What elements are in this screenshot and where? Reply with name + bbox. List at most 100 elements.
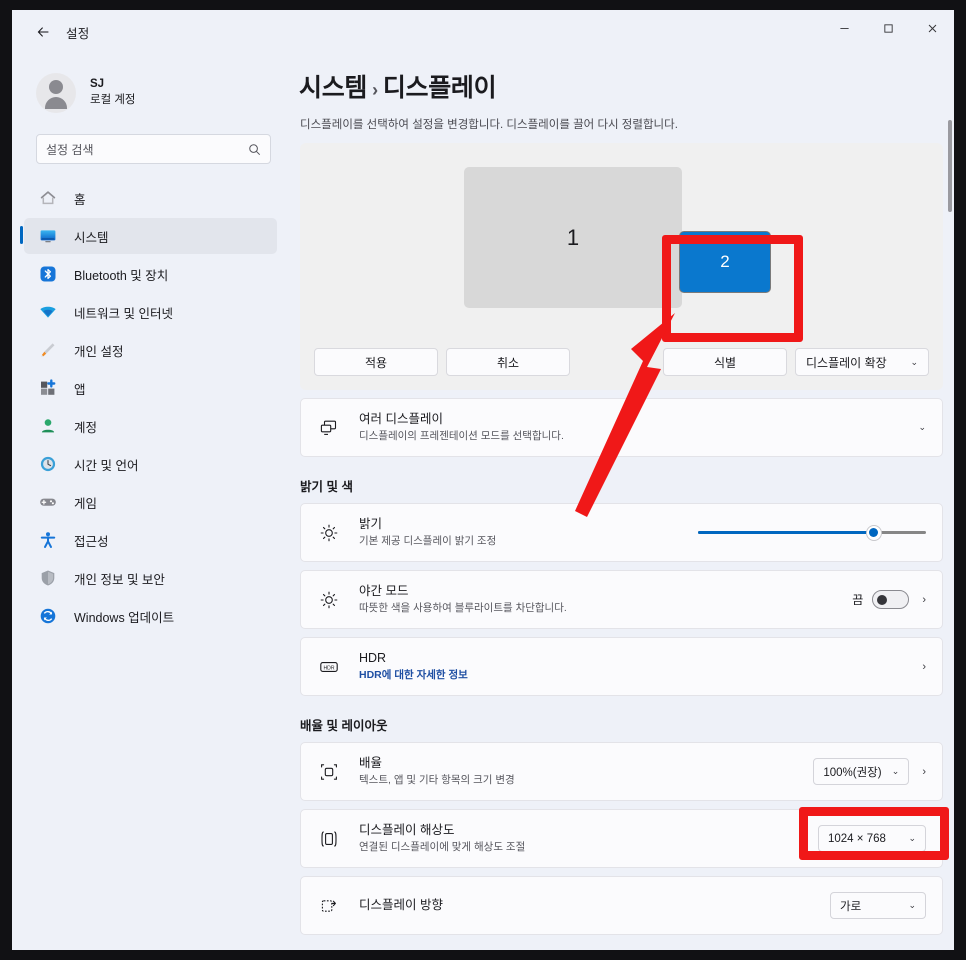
sidebar-item-label: 개인 설정 xyxy=(74,344,124,359)
sidebar-item-label: 게임 xyxy=(74,496,98,511)
multi-display-icon xyxy=(317,418,341,438)
sidebar-item-label: 시간 및 언어 xyxy=(74,458,139,473)
sidebar-item-windows-update[interactable]: Windows 업데이트 xyxy=(24,598,277,634)
night-light-row[interactable]: 야간 모드 따뜻한 색을 사용하여 블루라이트를 차단합니다. 끔 › xyxy=(300,570,943,629)
search-placeholder: 설정 검색 xyxy=(46,142,94,157)
chevron-down-icon: ⌄ xyxy=(908,900,916,910)
row-description: 따뜻한 색을 사용하여 블루라이트를 차단합니다. xyxy=(359,602,567,615)
avatar xyxy=(36,73,76,113)
account-text: SJ 로컬 계정 xyxy=(90,77,136,108)
update-icon xyxy=(38,607,57,626)
brightness-row[interactable]: 밝기 기본 제공 디스플레이 밝기 조정 xyxy=(300,503,943,562)
sidebar-item-label: 시스템 xyxy=(74,230,109,245)
hdr-learn-more-link[interactable]: HDR에 대한 자세한 정보 xyxy=(359,668,909,683)
resolution-row[interactable]: 디스플레이 해상도 연결된 디스플레이에 맞게 해상도 조절 1024 × 76… xyxy=(300,809,943,868)
search-input[interactable]: 설정 검색 xyxy=(36,134,271,164)
account-name: SJ xyxy=(90,78,105,91)
maximize-button[interactable] xyxy=(866,10,910,46)
sidebar-item-label: 접근성 xyxy=(74,534,109,549)
scale-text: 배율 텍스트, 앱 및 기타 항목의 크기 변경 xyxy=(359,754,813,788)
sidebar-item-label: 개인 정보 및 보안 xyxy=(74,572,165,587)
scale-value: 100%(권장) xyxy=(823,766,882,779)
row-title: 배율 xyxy=(359,756,383,771)
sidebar-nav: 홈 시스템 Bluetooth 및 장치 네트워크 및 인터넷 개인 설정 앱 … xyxy=(12,180,289,634)
scale-dropdown[interactable]: 100%(권장) ⌄ xyxy=(813,758,910,785)
sidebar-item-system[interactable]: 시스템 xyxy=(20,218,277,254)
title-bar: 설정 xyxy=(12,10,954,54)
sidebar-item-accounts[interactable]: 계정 xyxy=(24,408,277,444)
sidebar-item-personalization[interactable]: 개인 설정 xyxy=(24,332,277,368)
sidebar-item-apps[interactable]: 앱 xyxy=(24,370,277,406)
display-monitor-1[interactable]: 1 xyxy=(464,167,682,308)
brightness-slider[interactable] xyxy=(698,524,926,542)
orientation-value: 가로 xyxy=(840,900,862,913)
scale-row[interactable]: 배율 텍스트, 앱 및 기타 항목의 크기 변경 100%(권장) ⌄ › xyxy=(300,742,943,801)
svg-text:HDR: HDR xyxy=(323,665,334,671)
hdr-row[interactable]: HDR HDR HDR에 대한 자세한 정보 › xyxy=(300,637,943,696)
scale-icon xyxy=(317,762,341,782)
settings-window: 설정 SJ 로컬 계정 설정 검색 홈 시스템 Bluetooth 및 장치 네… xyxy=(12,10,954,950)
sidebar: SJ 로컬 계정 설정 검색 홈 시스템 Bluetooth 및 장치 네트워크… xyxy=(12,54,289,950)
display-mode-dropdown[interactable]: 디스플레이 확장 ⌄ xyxy=(795,348,929,376)
scale-control: 100%(권장) ⌄ › xyxy=(813,758,926,785)
multiple-displays-expand[interactable]: ⌄ xyxy=(910,422,926,433)
sidebar-item-gaming[interactable]: 게임 xyxy=(24,484,277,520)
sidebar-item-label: Windows 업데이트 xyxy=(74,610,175,625)
orientation-text: 디스플레이 방향 xyxy=(359,896,830,914)
accessibility-icon xyxy=(38,531,57,550)
close-icon xyxy=(928,24,936,32)
back-button[interactable] xyxy=(26,17,60,47)
display-action-buttons: 적용 취소 식별 디스플레이 확장 ⌄ xyxy=(314,348,929,376)
breadcrumb-root[interactable]: 시스템 xyxy=(299,74,367,102)
sidebar-item-label: 앱 xyxy=(74,382,86,397)
orientation-dropdown[interactable]: 가로 ⌄ xyxy=(830,892,926,919)
night-light-icon xyxy=(317,590,341,610)
cancel-button[interactable]: 취소 xyxy=(446,348,570,376)
back-arrow-icon xyxy=(37,27,48,37)
slider-thumb[interactable] xyxy=(865,524,882,541)
night-light-text: 야간 모드 따뜻한 색을 사용하여 블루라이트를 차단합니다. xyxy=(359,582,852,616)
sidebar-item-accessibility[interactable]: 접근성 xyxy=(24,522,277,558)
bluetooth-icon xyxy=(38,265,57,284)
night-light-toggle-wrap[interactable]: 끔 xyxy=(852,590,910,609)
resolution-control: 1024 × 768 ⌄ xyxy=(818,825,926,852)
sidebar-item-label: 계정 xyxy=(74,420,98,435)
toggle-state-label: 끔 xyxy=(852,593,864,607)
breadcrumb-current: 디스플레이 xyxy=(382,74,497,102)
hdr-control[interactable]: › xyxy=(909,661,926,673)
row-description: 연결된 디스플레이에 맞게 해상도 조절 xyxy=(359,841,526,854)
sidebar-item-bluetooth[interactable]: Bluetooth 및 장치 xyxy=(24,256,277,292)
night-light-toggle[interactable] xyxy=(872,590,910,609)
sidebar-item-privacy-security[interactable]: 개인 정보 및 보안 xyxy=(24,560,277,596)
sidebar-item-label: 홈 xyxy=(74,192,86,207)
display-monitor-2[interactable]: 2 xyxy=(679,231,771,293)
row-description: 디스플레이의 프레젠테이션 모드를 선택합니다. xyxy=(359,430,564,443)
sidebar-item-network[interactable]: 네트워크 및 인터넷 xyxy=(24,294,277,330)
apply-button[interactable]: 적용 xyxy=(314,348,438,376)
resolution-text: 디스플레이 해상도 연결된 디스플레이에 맞게 해상도 조절 xyxy=(359,821,818,855)
multiple-displays-row[interactable]: 여러 디스플레이 디스플레이의 프레젠테이션 모드를 선택합니다. ⌄ xyxy=(300,398,943,457)
page-subtitle: 디스플레이를 선택하여 설정을 변경합니다. 디스플레이를 끌어 다시 정렬합니… xyxy=(300,119,678,131)
resolution-dropdown[interactable]: 1024 × 768 ⌄ xyxy=(818,825,926,852)
scrollbar-thumb[interactable] xyxy=(948,120,952,212)
orientation-icon xyxy=(317,896,341,916)
sidebar-item-time-language[interactable]: 시간 및 언어 xyxy=(24,446,277,482)
shield-icon xyxy=(38,569,57,588)
hdr-icon: HDR xyxy=(317,657,341,677)
orientation-row[interactable]: 디스플레이 방향 가로 ⌄ xyxy=(300,876,943,935)
minimize-button[interactable] xyxy=(822,10,866,46)
page-title: 시스템 › 디스플레이 xyxy=(299,68,954,104)
brush-icon xyxy=(38,341,57,360)
chevron-down-icon: ⌄ xyxy=(891,766,900,776)
resolution-icon xyxy=(317,829,341,849)
content-scrollbar[interactable] xyxy=(948,120,952,940)
account-block[interactable]: SJ 로컬 계정 xyxy=(12,54,289,116)
brightness-icon xyxy=(317,523,341,543)
brightness-control[interactable] xyxy=(698,524,926,542)
sidebar-item-home[interactable]: 홈 xyxy=(24,180,277,216)
close-button[interactable] xyxy=(910,10,954,46)
identify-button[interactable]: 식별 xyxy=(663,348,787,376)
brightness-text: 밝기 기본 제공 디스플레이 밝기 조정 xyxy=(359,515,698,549)
brightness-section-heading: 밝기 및 색 xyxy=(300,480,353,494)
row-title: 야간 모드 xyxy=(359,584,409,599)
